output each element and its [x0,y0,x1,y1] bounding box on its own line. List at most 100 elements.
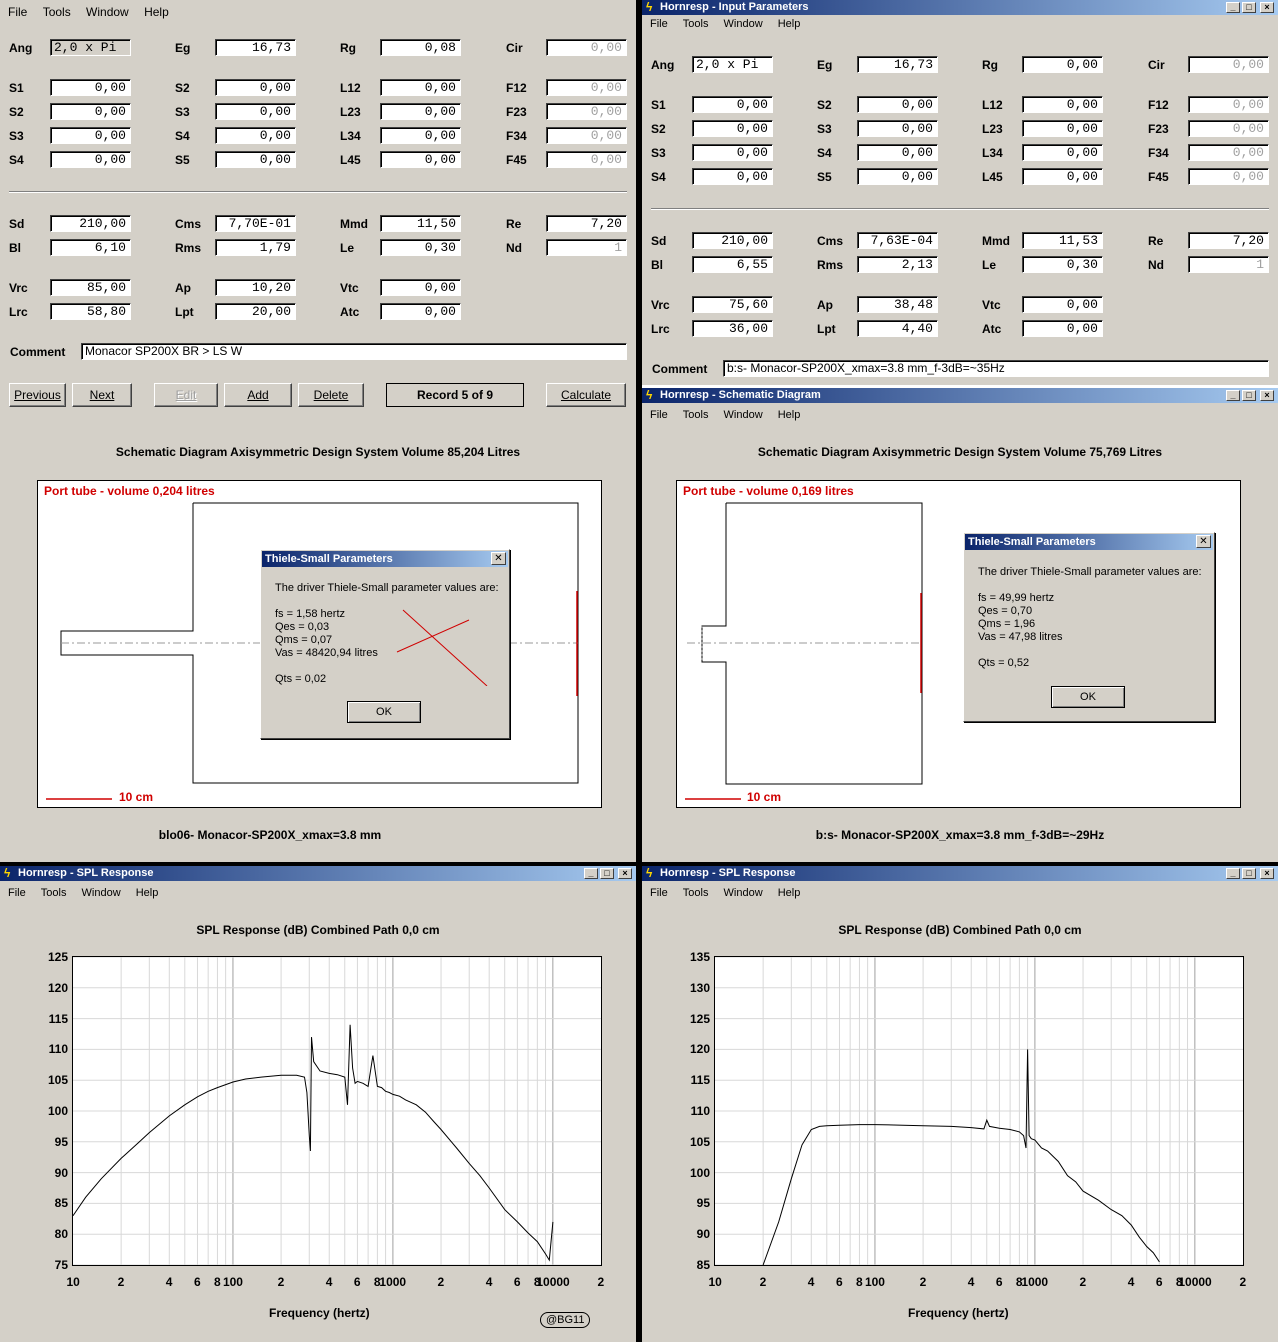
menu-window[interactable]: Window [724,887,763,899]
param-input-atc[interactable]: 0,00 [380,303,461,320]
param-input-le[interactable]: 0,30 [380,239,461,256]
param-input-rg[interactable]: 0,08 [380,39,461,56]
minimize-button[interactable]: _ [584,868,598,879]
param-input-le[interactable]: 0,30 [1022,256,1103,273]
minimize-button[interactable]: _ [1226,868,1240,879]
minimize-button[interactable]: _ [1226,390,1240,401]
menu-help[interactable]: Help [778,18,801,30]
dialog-close-button[interactable]: ✕ [491,552,506,565]
param-input-sd[interactable]: 210,00 [50,215,131,232]
menu-window[interactable]: Window [724,409,763,421]
dialog-close-button[interactable]: ✕ [1196,535,1211,548]
maximize-button[interactable]: □ [600,868,614,879]
next-button[interactable]: Next [72,383,132,407]
param-input-f34[interactable]: 0,00 [546,127,627,144]
param-input-s4[interactable]: 0,00 [692,168,773,185]
comment-input[interactable]: b:s- Monacor-SP200X_xmax=3.8 mm_f-3dB=~3… [723,360,1269,377]
param-input-s5b[interactable]: 0,00 [857,168,938,185]
menu-tools[interactable]: Tools [683,409,709,421]
menu-file[interactable]: File [8,5,27,19]
param-input-ang[interactable]: 2,0 x Pi [50,39,131,56]
param-input-s4[interactable]: 0,00 [50,151,131,168]
param-input-f45[interactable]: 0,00 [1188,168,1269,185]
menu-help[interactable]: Help [778,409,801,421]
menu-file[interactable]: File [650,18,668,30]
param-input-l23[interactable]: 0,00 [380,103,461,120]
param-input-s2b[interactable]: 0,00 [215,79,296,96]
close-button[interactable]: × [1260,2,1274,13]
param-input-lpt[interactable]: 4,40 [857,320,938,337]
param-input-atc[interactable]: 0,00 [1022,320,1103,337]
param-input-ang[interactable]: 2,0 x Pi [692,56,773,73]
param-input-s3b[interactable]: 0,00 [857,120,938,137]
comment-input[interactable]: Monacor SP200X BR > LS W [81,343,627,360]
param-input-eg[interactable]: 16,73 [215,39,296,56]
close-button[interactable]: × [1260,868,1274,879]
menu-tools[interactable]: Tools [43,5,71,19]
param-input-ap[interactable]: 38,48 [857,296,938,313]
maximize-button[interactable]: □ [1242,2,1256,13]
param-input-mmd[interactable]: 11,50 [380,215,461,232]
param-input-s4b[interactable]: 0,00 [857,144,938,161]
param-input-l12[interactable]: 0,00 [380,79,461,96]
param-input-nd[interactable]: 1 [1188,256,1269,273]
menu-file[interactable]: File [8,887,26,899]
previous-button[interactable]: Previous [9,383,66,407]
param-input-f12[interactable]: 0,00 [546,79,627,96]
menu-tools[interactable]: Tools [683,18,709,30]
maximize-button[interactable]: □ [1242,868,1256,879]
param-input-s2b[interactable]: 0,00 [857,96,938,113]
menu-help[interactable]: Help [144,5,169,19]
param-input-bl[interactable]: 6,55 [692,256,773,273]
delete-button[interactable]: Delete [298,383,364,407]
calculate-button[interactable]: Calculate [546,383,626,407]
param-input-f34[interactable]: 0,00 [1188,144,1269,161]
param-input-nd[interactable]: 1 [546,239,627,256]
param-input-vrc[interactable]: 75,60 [692,296,773,313]
param-input-l34[interactable]: 0,00 [1022,144,1103,161]
param-input-cir[interactable]: 0,00 [546,39,627,56]
param-input-cms[interactable]: 7,70E-01 [215,215,296,232]
dialog-ok-button[interactable]: OK [347,701,421,723]
maximize-button[interactable]: □ [1242,390,1256,401]
menu-file[interactable]: File [650,887,668,899]
param-input-lrc[interactable]: 58,80 [50,303,131,320]
param-input-lpt[interactable]: 20,00 [215,303,296,320]
param-input-cms[interactable]: 7,63E-04 [857,232,938,249]
menu-window[interactable]: Window [86,5,129,19]
param-input-s1[interactable]: 0,00 [692,96,773,113]
param-input-s2[interactable]: 0,00 [50,103,131,120]
minimize-button[interactable]: _ [1226,2,1240,13]
param-input-s3[interactable]: 0,00 [50,127,131,144]
param-input-f45[interactable]: 0,00 [546,151,627,168]
dialog-ok-button[interactable]: OK [1051,686,1125,708]
param-input-vtc[interactable]: 0,00 [380,279,461,296]
close-button[interactable]: × [618,868,632,879]
param-input-cir[interactable]: 0,00 [1188,56,1269,73]
param-input-l45[interactable]: 0,00 [1022,168,1103,185]
param-input-bl[interactable]: 6,10 [50,239,131,256]
param-input-s3b[interactable]: 0,00 [215,103,296,120]
menu-file[interactable]: File [650,409,668,421]
param-input-re[interactable]: 7,20 [546,215,627,232]
param-input-l34[interactable]: 0,00 [380,127,461,144]
param-input-vrc[interactable]: 85,00 [50,279,131,296]
add-button[interactable]: Add [224,383,292,407]
close-button[interactable]: × [1260,390,1274,401]
param-input-rms[interactable]: 1,79 [215,239,296,256]
param-input-f23[interactable]: 0,00 [1188,120,1269,137]
param-input-mmd[interactable]: 11,53 [1022,232,1103,249]
param-input-f23[interactable]: 0,00 [546,103,627,120]
menu-window[interactable]: Window [82,887,121,899]
param-input-re[interactable]: 7,20 [1188,232,1269,249]
menu-help[interactable]: Help [778,887,801,899]
menu-help[interactable]: Help [136,887,159,899]
menu-tools[interactable]: Tools [41,887,67,899]
edit-button[interactable]: Edit [154,383,218,407]
param-input-rms[interactable]: 2,13 [857,256,938,273]
param-input-l23[interactable]: 0,00 [1022,120,1103,137]
param-input-sd[interactable]: 210,00 [692,232,773,249]
param-input-ap[interactable]: 10,20 [215,279,296,296]
param-input-f12[interactable]: 0,00 [1188,96,1269,113]
param-input-vtc[interactable]: 0,00 [1022,296,1103,313]
